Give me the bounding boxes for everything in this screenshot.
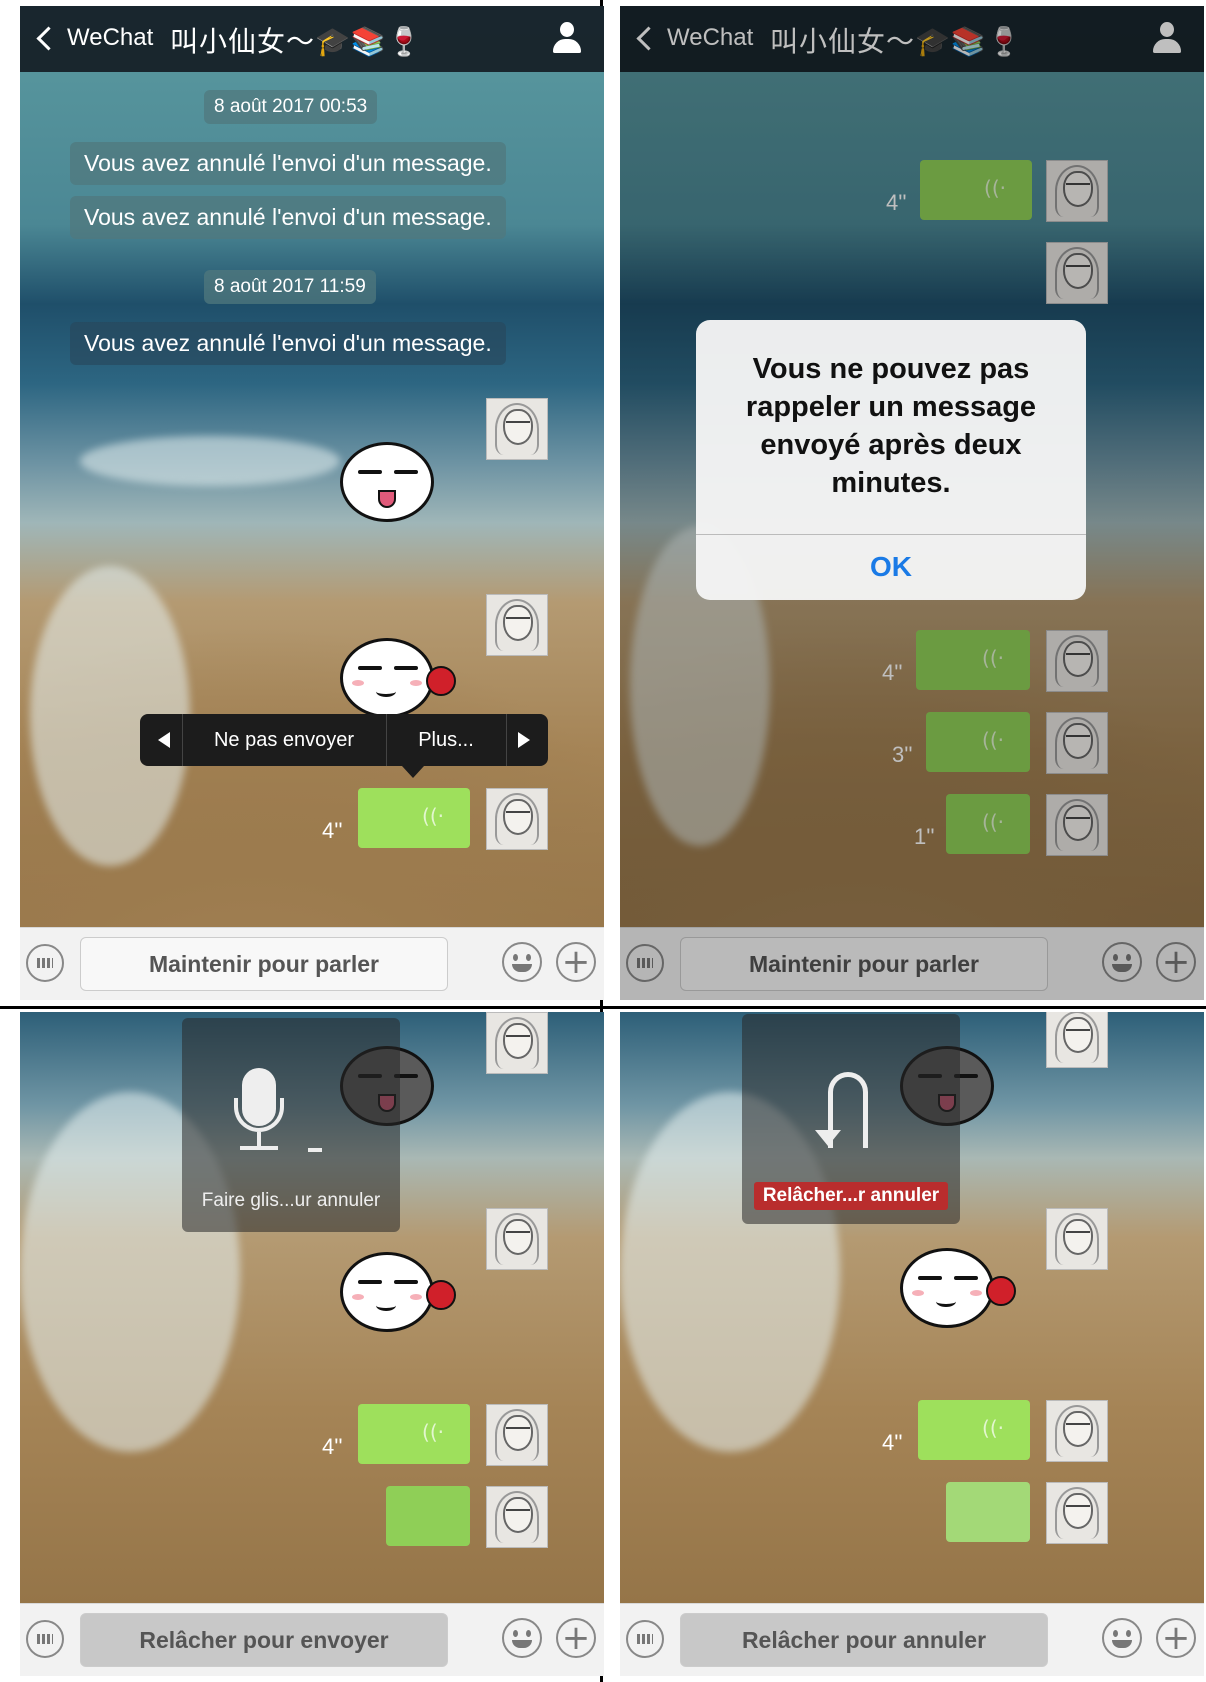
user-avatar[interactable] bbox=[1046, 1482, 1108, 1544]
user-avatar[interactable] bbox=[486, 1208, 548, 1270]
timestamp: 8 août 2017 00:53 bbox=[204, 90, 378, 124]
divider-horizontal bbox=[0, 1006, 1206, 1009]
user-avatar[interactable] bbox=[1046, 1208, 1108, 1270]
menu-next-icon[interactable] bbox=[518, 732, 530, 748]
menu-prev-icon[interactable] bbox=[158, 732, 170, 748]
input-toolbar: Relâcher pour annuler + bbox=[620, 1603, 1204, 1676]
contact-profile-icon[interactable] bbox=[552, 22, 582, 56]
voice-duration: 4'' bbox=[322, 818, 343, 843]
release-to-cancel-button[interactable]: Relâcher pour annuler bbox=[680, 1613, 1048, 1667]
back-button[interactable]: WeChat bbox=[34, 24, 153, 52]
voice-message-pending bbox=[946, 1482, 1030, 1542]
user-avatar[interactable] bbox=[486, 398, 548, 460]
recording-overlay: Faire glis...ur annuler bbox=[182, 1018, 400, 1232]
emoji-icon[interactable] bbox=[502, 942, 542, 982]
voice-duration: 4'' bbox=[882, 1430, 903, 1455]
navigation-bar: WeChat 叫小仙女～🎓📚🍷 bbox=[20, 6, 604, 72]
panel-recall-menu: WeChat 叫小仙女～🎓📚🍷 8 août 2017 00:53 Vous a… bbox=[20, 6, 604, 1000]
timestamp: 8 août 2017 11:59 bbox=[204, 270, 376, 304]
keyboard-toggle-icon[interactable] bbox=[26, 1620, 64, 1658]
system-message: Vous avez annulé l'envoi d'un message. bbox=[70, 142, 506, 185]
voice-wave-icon: ((· bbox=[422, 804, 444, 828]
chat-title: 叫小仙女～🎓📚🍷 bbox=[170, 26, 423, 57]
input-toolbar: Relâcher pour envoyer + bbox=[20, 1603, 604, 1676]
system-message: Vous avez annulé l'envoi d'un message. bbox=[70, 322, 506, 365]
voice-wave-icon: ((· bbox=[422, 1420, 444, 1444]
chevron-left-icon bbox=[36, 25, 61, 51]
panel-recording-cancel: Relâcher...r annuler 4'' ((· Relâcher po… bbox=[620, 1012, 1204, 1676]
recording-hint: Relâcher...r annuler bbox=[754, 1182, 948, 1210]
voice-message-bubble[interactable]: ((· bbox=[358, 1404, 470, 1464]
user-avatar[interactable] bbox=[486, 1486, 548, 1548]
user-avatar[interactable] bbox=[486, 1012, 548, 1074]
recording-overlay: Relâcher...r annuler bbox=[742, 1014, 960, 1224]
system-message: Vous avez annulé l'envoi d'un message. bbox=[70, 196, 506, 239]
keyboard-toggle-icon[interactable] bbox=[26, 944, 64, 982]
release-to-send-button[interactable]: Relâcher pour envoyer bbox=[80, 1613, 448, 1667]
screenshot-grid: WeChat 叫小仙女～🎓📚🍷 8 août 2017 00:53 Vous a… bbox=[0, 0, 1206, 1682]
voice-duration: 4'' bbox=[322, 1434, 343, 1459]
user-avatar[interactable] bbox=[1046, 1400, 1108, 1462]
sticker-flower[interactable] bbox=[340, 638, 456, 722]
sticker-flower[interactable] bbox=[900, 1248, 1016, 1332]
user-avatar[interactable] bbox=[1046, 1012, 1108, 1068]
user-avatar[interactable] bbox=[486, 1404, 548, 1466]
input-toolbar: Maintenir pour parler + bbox=[20, 927, 604, 1000]
hold-to-talk-button[interactable]: Maintenir pour parler bbox=[80, 937, 448, 991]
menu-item-plus[interactable]: Plus... bbox=[386, 714, 506, 766]
message-context-menu: Ne pas envoyer Plus... bbox=[140, 714, 548, 778]
menu-pointer bbox=[402, 766, 424, 778]
plus-icon[interactable]: + bbox=[556, 1618, 596, 1658]
voice-wave-icon: ((· bbox=[982, 1416, 1004, 1440]
back-label: WeChat bbox=[67, 24, 154, 51]
panel-recall-alert: WeChat 叫小仙女～🎓📚🍷 4'' ((· 4'' ((· 3'' ((· … bbox=[620, 6, 1204, 1000]
plus-icon[interactable]: + bbox=[556, 942, 596, 982]
user-avatar[interactable] bbox=[486, 788, 548, 850]
voice-message-bubble[interactable]: ((· bbox=[918, 1400, 1030, 1460]
plus-icon[interactable]: + bbox=[1156, 1618, 1196, 1658]
emoji-icon[interactable] bbox=[1102, 1618, 1142, 1658]
menu-separator bbox=[506, 714, 507, 766]
emoji-icon[interactable] bbox=[502, 1618, 542, 1658]
panel-recording-send: Faire glis...ur annuler 4'' ((· Relâcher… bbox=[20, 1012, 604, 1676]
volume-level-indicator bbox=[308, 1148, 322, 1152]
voice-message-bubble[interactable]: ((· bbox=[358, 788, 470, 848]
voice-message-pending bbox=[386, 1486, 470, 1546]
sticker-tongue[interactable] bbox=[340, 442, 436, 526]
alert-ok-button[interactable]: OK bbox=[696, 534, 1086, 600]
menu-item-ne-pas-envoyer[interactable]: Ne pas envoyer bbox=[182, 714, 386, 766]
recording-hint: Faire glis...ur annuler bbox=[201, 1190, 381, 1211]
keyboard-toggle-icon[interactable] bbox=[626, 1620, 664, 1658]
alert-message: Vous ne pouvez pas rappeler un message e… bbox=[745, 353, 1037, 499]
wave-foam bbox=[80, 436, 340, 486]
alert-dialog: Vous ne pouvez pas rappeler un message e… bbox=[696, 320, 1086, 600]
sticker-flower[interactable] bbox=[340, 1252, 456, 1336]
user-avatar[interactable] bbox=[486, 594, 548, 656]
